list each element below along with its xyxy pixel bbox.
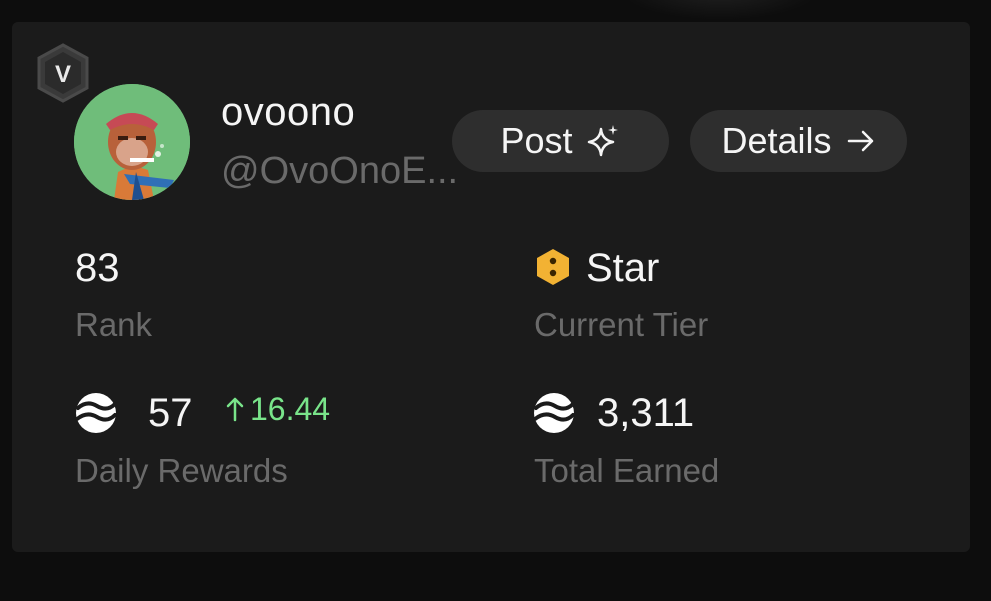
user-handle[interactable]: @OvoOnoE... — [221, 150, 471, 193]
details-button-label: Details — [721, 120, 832, 161]
tier-value: Star — [586, 246, 660, 290]
background-glow — [620, 0, 820, 20]
verified-v-hexagon-icon: V — [37, 43, 89, 103]
sparkles-icon — [587, 125, 618, 157]
arrow-up-icon — [226, 397, 244, 422]
hexagon-tier-icon — [537, 249, 569, 285]
badge-letter: V — [55, 61, 71, 88]
total-earned-label: Total Earned — [534, 452, 720, 489]
ape-avatar-image — [74, 84, 190, 200]
daily-rewards-delta: 16.44 — [250, 391, 331, 427]
daily-rewards-label: Daily Rewards — [75, 452, 288, 489]
post-button[interactable]: Post — [452, 110, 669, 172]
arrow-right-icon — [847, 130, 873, 152]
total-earned-value: 3,311 — [597, 391, 695, 435]
post-button-label: Post — [500, 120, 573, 161]
avatar[interactable] — [74, 84, 190, 200]
daily-rewards-value: 57 — [148, 391, 193, 435]
rank-label: Rank — [75, 306, 153, 343]
username: ovoono — [221, 90, 356, 134]
token-coin-icon — [75, 393, 117, 433]
details-button[interactable]: Details — [690, 110, 907, 172]
token-coin-icon — [533, 393, 575, 433]
tier-label: Current Tier — [534, 306, 709, 343]
rank-value: 83 — [75, 246, 120, 290]
